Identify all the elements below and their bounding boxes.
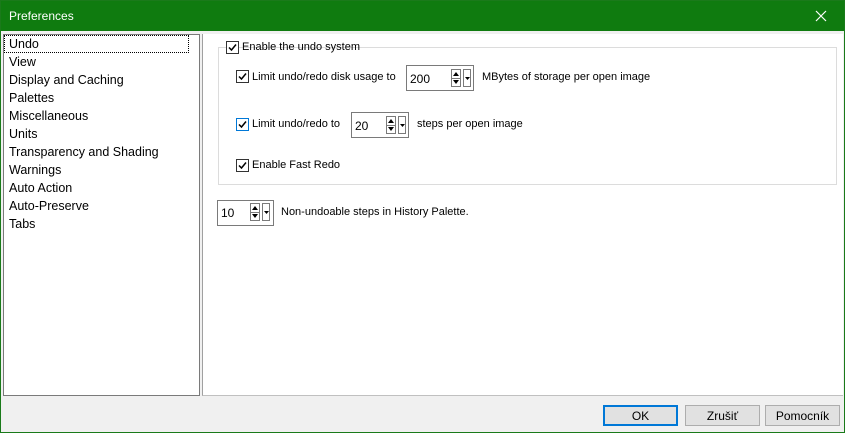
- help-button[interactable]: Pomocník: [765, 405, 840, 426]
- checkmark-icon: [228, 44, 237, 52]
- ok-button[interactable]: OK: [603, 405, 678, 426]
- category-list[interactable]: Undo View Display and Caching Palettes M…: [3, 34, 200, 396]
- sidebar-item-warnings[interactable]: Warnings: [4, 161, 199, 179]
- enable-undo-label[interactable]: Enable the undo system: [242, 41, 360, 53]
- checkmark-icon: [238, 73, 247, 81]
- steps-stepper[interactable]: 20: [351, 112, 409, 138]
- non-undoable-stepper[interactable]: 10: [217, 200, 274, 226]
- non-undoable-spin-buttons[interactable]: [250, 203, 260, 221]
- limit-steps-checkbox[interactable]: [236, 118, 249, 131]
- dropdown-arrow-icon: [263, 210, 269, 214]
- limit-steps-label[interactable]: Limit undo/redo to: [252, 118, 340, 130]
- steps-value[interactable]: 20: [355, 119, 368, 133]
- spin-down-icon[interactable]: [387, 125, 395, 133]
- steps-suffix: steps per open image: [417, 118, 523, 130]
- spin-down-icon[interactable]: [251, 212, 259, 220]
- sidebar-item-transparency-and-shading[interactable]: Transparency and Shading: [4, 143, 199, 161]
- dropdown-arrow-icon: [399, 123, 405, 127]
- checkmark-icon: [238, 162, 247, 170]
- steps-dropdown[interactable]: [398, 116, 406, 134]
- sidebar-item-view[interactable]: View: [4, 53, 199, 71]
- title-bar: Preferences: [1, 1, 844, 31]
- disk-usage-spin-buttons[interactable]: [451, 69, 461, 87]
- non-undoable-value[interactable]: 10: [221, 206, 234, 220]
- sidebar-item-palettes[interactable]: Palettes: [4, 89, 199, 107]
- fast-redo-checkbox[interactable]: [236, 159, 249, 172]
- limit-disk-checkbox[interactable]: [236, 70, 249, 83]
- enable-undo-header: Enable the undo system: [226, 41, 360, 55]
- sidebar-item-tabs[interactable]: Tabs: [4, 215, 199, 233]
- dropdown-arrow-icon: [464, 76, 470, 80]
- close-icon: [815, 10, 827, 22]
- close-button[interactable]: [798, 1, 844, 31]
- checkmark-icon: [238, 121, 247, 129]
- enable-undo-checkbox[interactable]: [226, 41, 239, 54]
- undo-settings-panel: Enable the undo system Limit undo/redo d…: [202, 34, 843, 396]
- disk-usage-stepper[interactable]: 200: [406, 65, 474, 91]
- fast-redo-label[interactable]: Enable Fast Redo: [252, 159, 340, 171]
- sidebar-item-auto-preserve[interactable]: Auto-Preserve: [4, 197, 199, 215]
- sidebar-item-miscellaneous[interactable]: Miscellaneous: [4, 107, 199, 125]
- window-title: Preferences: [9, 9, 74, 23]
- disk-usage-suffix: MBytes of storage per open image: [482, 71, 651, 83]
- sidebar-item-undo[interactable]: Undo: [4, 35, 189, 53]
- disk-usage-dropdown[interactable]: [463, 69, 471, 87]
- sidebar-item-display-and-caching[interactable]: Display and Caching: [4, 71, 199, 89]
- limit-disk-label[interactable]: Limit undo/redo disk usage to: [252, 71, 396, 83]
- non-undoable-suffix: Non-undoable steps in History Palette.: [281, 206, 469, 218]
- steps-spin-buttons[interactable]: [386, 116, 396, 134]
- sidebar-item-auto-action[interactable]: Auto Action: [4, 179, 199, 197]
- preferences-dialog: Preferences Undo View Display and Cachin…: [0, 0, 845, 433]
- spin-down-icon[interactable]: [452, 78, 460, 86]
- cancel-button[interactable]: Zrušiť: [685, 405, 760, 426]
- disk-usage-value[interactable]: 200: [410, 72, 430, 86]
- sidebar-item-units[interactable]: Units: [4, 125, 199, 143]
- non-undoable-dropdown[interactable]: [262, 203, 270, 221]
